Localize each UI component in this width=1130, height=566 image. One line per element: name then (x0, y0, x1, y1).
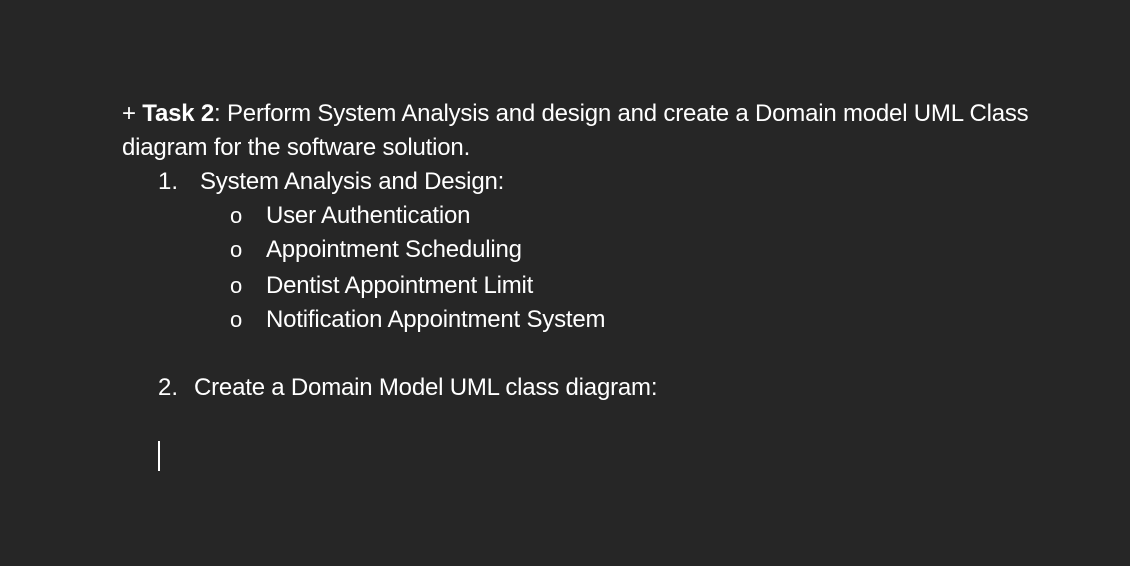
bullet-icon: o (230, 237, 243, 262)
list-item-system-analysis: System Analysis and Design: (200, 168, 505, 195)
list-number-1: 1. (158, 168, 179, 195)
document-page[interactable]: + Task 2: Perform System Analysis and de… (0, 0, 1130, 566)
subitem-appointment-scheduling: Appointment Scheduling (266, 236, 522, 263)
text-cursor[interactable] (158, 441, 160, 471)
list-number-2: 2. (158, 374, 179, 401)
subitem-notification-appointment-system: Notification Appointment System (266, 306, 606, 333)
task-paragraph: + Task 2: Perform System Analysis and de… (122, 97, 1042, 165)
bullet-icon: o (230, 307, 243, 332)
list-item-domain-model: Create a Domain Model UML class diagram: (194, 374, 658, 401)
bullet-icon: o (230, 273, 243, 298)
task-label: Task 2 (142, 100, 215, 127)
subitem-user-authentication: User Authentication (266, 202, 471, 229)
subitem-dentist-appointment-limit: Dentist Appointment Limit (266, 272, 534, 299)
task-description: : Perform System Analysis and design and… (122, 100, 1029, 161)
task-prefix: + (122, 100, 143, 127)
bullet-icon: o (230, 203, 243, 228)
